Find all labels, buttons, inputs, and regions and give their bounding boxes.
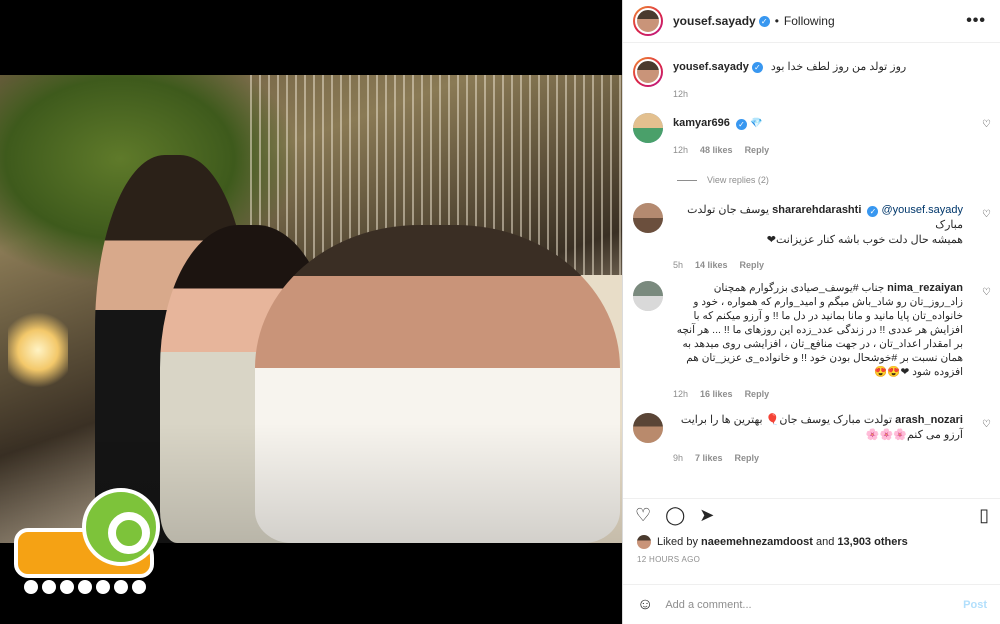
commenter-avatar[interactable] <box>633 413 663 443</box>
comment-item: nima_rezaiyan جناب #یوسف_صیادی بزرگوارم … <box>633 281 991 402</box>
action-icons: ♡ ◯ ➤ ▯ <box>623 499 1000 531</box>
reply-button[interactable]: Reply <box>745 143 770 158</box>
watermark-logo-dots <box>24 580 160 598</box>
commenter-username[interactable]: nima_rezaiyan <box>887 282 963 294</box>
emoji-icon[interactable]: ☺ <box>637 596 653 614</box>
liked-by-user[interactable]: naeemehnezamdoost <box>701 536 813 548</box>
share-icon[interactable]: ➤ <box>699 505 714 526</box>
commenter-username[interactable]: arash_nozari <box>895 414 963 426</box>
comment-text: جناب #یوسف_صیادی بزرگوارم همچنان زاد_روز… <box>676 282 963 378</box>
posted-time[interactable]: 12 HOURS AGO <box>623 555 1000 564</box>
watermark-logo <box>14 488 164 600</box>
commenter-avatar[interactable] <box>633 281 663 311</box>
post-comment-button[interactable]: Post <box>963 599 987 611</box>
verified-badge-icon: ✓ <box>751 62 763 73</box>
comment-likes[interactable]: 7 likes <box>695 451 723 466</box>
caption-username[interactable]: yousef.sayady <box>673 60 749 75</box>
comment-input[interactable] <box>665 598 964 611</box>
comment-likes[interactable]: 48 likes <box>700 143 733 158</box>
following-button[interactable]: Following <box>784 14 835 28</box>
comment-text-line2: همیشه حال دلت خوب باشه کنار عزیزانت❤ <box>766 234 963 246</box>
diamond-emoji: 💎 <box>750 118 763 129</box>
author-avatar[interactable] <box>633 6 663 36</box>
post-media <box>0 0 622 624</box>
liked-by-line: Liked by naeemehnezamdoost and 13,903 ot… <box>623 531 1000 553</box>
commenter-avatar[interactable] <box>633 113 663 143</box>
liked-by-others[interactable]: 13,903 others <box>837 536 907 548</box>
save-bookmark-icon[interactable]: ▯ <box>979 505 989 526</box>
comment-like-icon[interactable]: ♡ <box>982 119 991 130</box>
comment-like-icon[interactable]: ♡ <box>982 287 991 298</box>
liked-by-middle: and <box>815 536 835 548</box>
comment-time: 5h <box>673 260 684 270</box>
author-username[interactable]: yousef.sayady <box>673 14 756 28</box>
photo-lamp <box>8 310 68 390</box>
comment-item: shararehdarashti ✓ @yousef.sayady یوسف ج… <box>633 203 991 273</box>
header-separator: • <box>774 14 779 28</box>
commenter-username[interactable]: kamyar696 <box>673 117 730 129</box>
caption-text: روز تولد من روز لطف خدا بود <box>770 61 907 73</box>
watermark-logo-bubble <box>82 488 160 566</box>
caption: yousef.sayady ✓ روز تولد من روز لطف خدا … <box>633 57 991 102</box>
add-comment-bar: ☺ Post <box>623 584 1000 624</box>
reply-button[interactable]: Reply <box>735 451 760 466</box>
liker-avatar[interactable] <box>637 535 651 549</box>
post-side-panel: yousef.sayady ✓ • Following ••• yousef.s… <box>622 0 1000 624</box>
comments-list: yousef.sayady ✓ روز تولد من روز لطف خدا … <box>623 43 1000 498</box>
more-options-icon[interactable]: ••• <box>966 12 986 30</box>
comment-icon[interactable]: ◯ <box>665 505 685 526</box>
reply-button[interactable]: Reply <box>745 387 770 402</box>
commenter-username[interactable]: shararehdarashti <box>772 204 861 216</box>
like-icon[interactable]: ♡ <box>635 505 651 526</box>
reply-button[interactable]: Reply <box>740 258 765 273</box>
comment-item: arash_nozari تولدت مبارک یوسف جان🎈 بهتری… <box>633 413 991 466</box>
comment-item: kamyar696 ✓ 💎 12h 48 likes Reply ♡ <box>633 113 991 158</box>
post-header: yousef.sayady ✓ • Following ••• <box>623 0 1000 43</box>
caption-time: 12h <box>673 89 689 99</box>
comment-likes[interactable]: 14 likes <box>695 258 728 273</box>
verified-badge-icon: ✓ <box>758 15 770 27</box>
post-photo[interactable] <box>0 75 622 543</box>
comment-like-icon[interactable]: ♡ <box>982 419 991 430</box>
view-replies-line <box>677 179 697 181</box>
comment-time: 9h <box>673 453 684 463</box>
commenter-avatar[interactable] <box>633 203 663 233</box>
caption-avatar[interactable] <box>633 57 663 87</box>
view-replies-label[interactable]: View replies (2) <box>707 175 769 185</box>
comment-time: 12h <box>673 389 689 399</box>
comment-like-icon[interactable]: ♡ <box>982 209 991 220</box>
comment-time: 12h <box>673 145 689 155</box>
post-actions: ♡ ◯ ➤ ▯ Liked by naeemehnezamdoost and 1… <box>623 498 1000 588</box>
verified-badge-icon: ✓ <box>735 119 747 130</box>
comment-likes[interactable]: 16 likes <box>700 387 733 402</box>
verified-badge-icon: ✓ <box>867 206 879 217</box>
liked-by-prefix: Liked by <box>657 536 698 548</box>
comment-mention[interactable]: @yousef.sayady <box>882 204 964 216</box>
view-replies-button[interactable]: View replies (2) <box>677 175 769 185</box>
